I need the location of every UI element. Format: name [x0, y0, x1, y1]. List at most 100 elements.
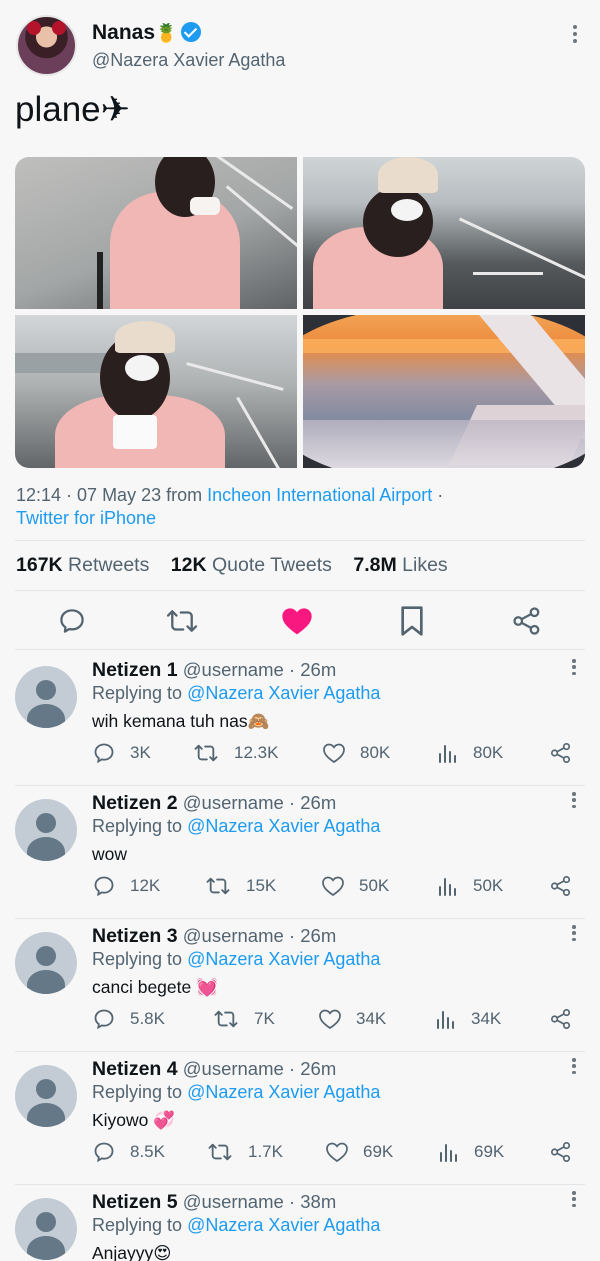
- author-avatar[interactable]: [16, 15, 77, 76]
- reply-item[interactable]: Netizen 2 @username · 26m Replying to @N…: [0, 786, 600, 919]
- like-outline-icon: [322, 876, 344, 897]
- avatar-ear-decor: [27, 21, 41, 35]
- reply-item[interactable]: Netizen 5 @username · 38m Replying to @N…: [0, 1185, 600, 1261]
- share-icon[interactable]: [510, 604, 544, 638]
- bookmark-icon[interactable]: [395, 604, 429, 638]
- retweet-count: 15K: [246, 876, 277, 895]
- views-icon: [439, 745, 456, 763]
- more-icon[interactable]: [571, 925, 577, 941]
- reply-icon: [94, 876, 114, 897]
- author-handle[interactable]: @Nazera Xavier Agatha: [92, 50, 285, 71]
- replying-to-link[interactable]: @Nazera Xavier Agatha: [187, 1082, 380, 1102]
- like-count: 50K: [359, 876, 390, 895]
- reply-button[interactable]: 8.5K: [92, 1140, 165, 1164]
- like-icon[interactable]: [280, 604, 314, 638]
- more-icon[interactable]: [571, 659, 577, 675]
- default-avatar-icon[interactable]: [15, 1065, 77, 1127]
- like-button[interactable]: 34K: [318, 1007, 386, 1031]
- retweet-button[interactable]: 1.7K: [206, 1140, 283, 1164]
- more-icon[interactable]: [571, 792, 577, 808]
- views-button[interactable]: 50K: [437, 874, 503, 898]
- quotes-stat[interactable]: 12K Quote Tweets: [171, 554, 332, 576]
- replying-to-link[interactable]: @Nazera Xavier Agatha: [187, 816, 380, 836]
- retweets-count: 167K: [16, 554, 63, 576]
- author-display-name[interactable]: Nanas🍍: [92, 21, 202, 45]
- reply-action-bar: 8.5K 1.7K 69K 69K: [92, 1140, 582, 1164]
- reply-header: Netizen 4 @username · 26m: [92, 1058, 336, 1081]
- like-button[interactable]: 80K: [322, 741, 390, 765]
- reply-action-bar: 12K 15K 50K 50K: [92, 874, 582, 898]
- reply-button[interactable]: 12K: [92, 874, 160, 898]
- photo-2[interactable]: [303, 157, 585, 309]
- views-button[interactable]: 69K: [438, 1140, 504, 1164]
- reply-item[interactable]: Netizen 1 @username · 26m Replying to @N…: [0, 653, 600, 786]
- more-icon[interactable]: [572, 25, 578, 43]
- likes-stat[interactable]: 7.8M Likes: [353, 554, 447, 576]
- like-count: 69K: [363, 1142, 394, 1161]
- reply-action-bar: 5.8K 7K 34K 34K: [92, 1007, 582, 1031]
- reply-item[interactable]: Netizen 4 @username · 26m Replying to @N…: [0, 1052, 600, 1185]
- retweet-icon[interactable]: [165, 604, 199, 638]
- share-icon[interactable]: [550, 741, 586, 765]
- like-button[interactable]: 69K: [325, 1140, 393, 1164]
- photo-3[interactable]: [15, 315, 297, 468]
- default-avatar-icon[interactable]: [15, 1198, 77, 1260]
- retweet-button[interactable]: 12.3K: [192, 741, 278, 765]
- replying-to: Replying to @Nazera Xavier Agatha: [92, 949, 380, 970]
- more-icon[interactable]: [571, 1191, 577, 1207]
- retweet-count: 1.7K: [248, 1142, 283, 1161]
- location-link[interactable]: Incheon International Airport: [207, 485, 432, 505]
- client-link[interactable]: Twitter for iPhone: [16, 508, 156, 528]
- retweet-count: 7K: [254, 1009, 275, 1028]
- like-count: 80K: [360, 743, 391, 762]
- photo-4[interactable]: [303, 315, 585, 468]
- reply-text: Kiyowo 💞: [92, 1110, 176, 1130]
- views-button[interactable]: 80K: [437, 741, 503, 765]
- reply-button[interactable]: 3K: [92, 741, 151, 765]
- more-icon[interactable]: [571, 1058, 577, 1074]
- like-button[interactable]: 50K: [321, 874, 389, 898]
- verified-badge-icon: [181, 22, 202, 42]
- replying-to: Replying to @Nazera Xavier Agatha: [92, 1082, 380, 1103]
- tweet-header: Nanas🍍 @Nazera Xavier Agatha: [16, 15, 584, 77]
- replying-label: Replying to: [92, 816, 188, 836]
- retweet-button[interactable]: 15K: [204, 874, 276, 898]
- views-icon: [440, 1144, 457, 1162]
- reply-header: Netizen 1 @username · 26m: [92, 659, 336, 682]
- meta-separator: ·: [432, 485, 444, 505]
- reply-author-name[interactable]: Netizen 1: [92, 659, 178, 681]
- reply-text: wih kemana tuh nas🙈: [92, 711, 270, 731]
- divider: [15, 540, 585, 541]
- photo-1[interactable]: [15, 157, 297, 309]
- replying-to-link[interactable]: @Nazera Xavier Agatha: [187, 1215, 380, 1235]
- replying-to-link[interactable]: @Nazera Xavier Agatha: [187, 683, 380, 703]
- reply-author-name[interactable]: Netizen 5: [92, 1191, 178, 1213]
- reply-text: canci begete 💓: [92, 977, 218, 997]
- reply-author-name[interactable]: Netizen 3: [92, 925, 178, 947]
- tweet-stats: 167K Retweets 12K Quote Tweets 7.8M Like…: [16, 554, 464, 577]
- reply-author-name[interactable]: Netizen 2: [92, 792, 178, 814]
- divider: [15, 649, 585, 650]
- retweets-stat[interactable]: 167K Retweets: [16, 554, 149, 576]
- media-grid: [15, 157, 585, 468]
- reply-icon[interactable]: [55, 604, 89, 638]
- default-avatar-icon[interactable]: [15, 932, 77, 994]
- reply-button[interactable]: 5.8K: [92, 1007, 165, 1031]
- share-icon[interactable]: [550, 1140, 586, 1164]
- replying-to-link[interactable]: @Nazera Xavier Agatha: [187, 949, 380, 969]
- share-icon[interactable]: [550, 1007, 586, 1031]
- like-outline-icon: [323, 743, 345, 764]
- default-avatar-icon[interactable]: [15, 799, 77, 861]
- reply-author-name[interactable]: Netizen 4: [92, 1058, 178, 1080]
- share-icon[interactable]: [550, 874, 586, 898]
- like-outline-icon: [319, 1009, 341, 1030]
- retweet-button[interactable]: 7K: [212, 1007, 275, 1031]
- reply-header: Netizen 2 @username · 26m: [92, 792, 336, 815]
- retweet-icon: [194, 744, 218, 762]
- reply-count: 8.5K: [130, 1142, 165, 1161]
- reply-item[interactable]: Netizen 3 @username · 26m Replying to @N…: [0, 919, 600, 1052]
- reply-count: 3K: [130, 743, 151, 762]
- likes-count: 7.8M: [353, 554, 397, 576]
- default-avatar-icon[interactable]: [15, 666, 77, 728]
- views-button[interactable]: 34K: [435, 1007, 501, 1031]
